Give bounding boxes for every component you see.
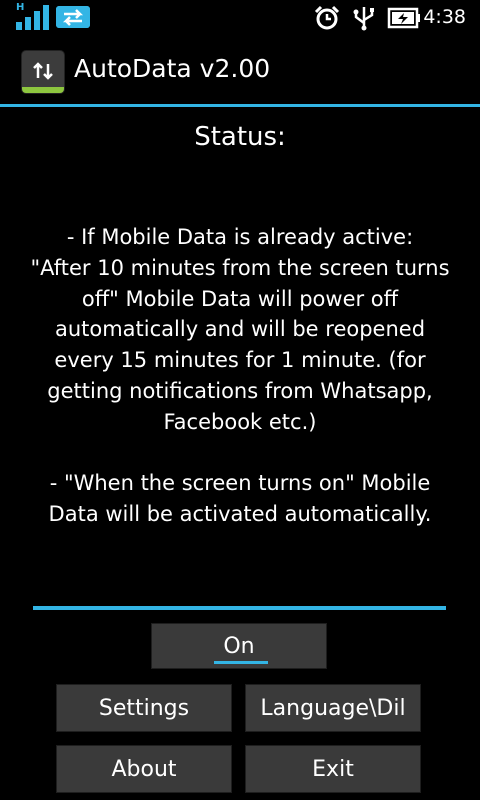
- settings-button-label: Settings: [98, 695, 190, 721]
- app-title: AutoData v2.00: [74, 54, 271, 83]
- status-description: - If Mobile Data is already active: "Aft…: [30, 225, 450, 527]
- app-logo-accent: [22, 87, 64, 93]
- signal-icon: [16, 5, 49, 30]
- settings-button[interactable]: Settings: [56, 684, 232, 732]
- toggle-on-indicator: [214, 661, 268, 664]
- status-bar: H 4:38: [0, 0, 480, 36]
- about-button[interactable]: About: [56, 745, 232, 793]
- status-heading: Status:: [194, 122, 286, 152]
- clock-time: 4:38: [423, 6, 466, 28]
- on-toggle-button[interactable]: On: [151, 623, 327, 669]
- exit-button-label: Exit: [312, 756, 354, 782]
- app-logo-icon: [22, 51, 64, 93]
- about-button-label: About: [111, 756, 177, 782]
- action-bar: AutoData v2.00: [0, 36, 480, 106]
- language-button-label: Language\Dil: [260, 695, 406, 721]
- title-divider: [0, 104, 480, 107]
- battery-charging-icon: [387, 7, 420, 29]
- data-transfer-icon: [56, 6, 90, 28]
- on-button-label: On: [223, 633, 255, 659]
- language-button[interactable]: Language\Dil: [245, 684, 421, 732]
- exit-button[interactable]: Exit: [245, 745, 421, 793]
- content-divider: [33, 606, 446, 610]
- alarm-icon: [314, 5, 340, 30]
- usb-icon: [353, 7, 374, 31]
